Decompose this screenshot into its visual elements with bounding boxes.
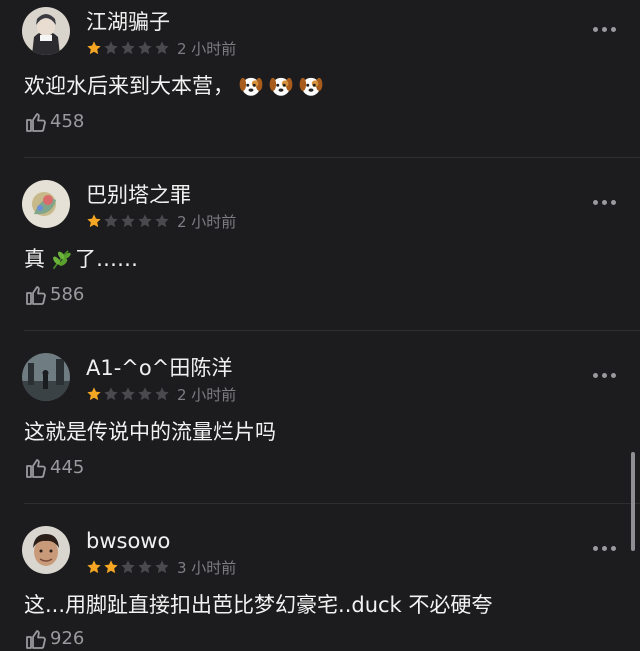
star-icon xyxy=(155,214,169,228)
username[interactable]: bwsowo xyxy=(86,529,170,553)
like-button[interactable]: 458 xyxy=(24,110,84,134)
username[interactable]: 江湖骗子 xyxy=(86,10,170,34)
comment-body: 这...用脚趾直接扣出芭比梦幻豪宅..duck 不必硬夸 xyxy=(24,593,493,617)
star-icon xyxy=(155,560,169,574)
star-icon xyxy=(104,387,118,401)
thumbs-up-icon xyxy=(26,113,46,132)
comment-body: 这就是传说中的流量烂片吗 xyxy=(24,420,276,444)
star-icon xyxy=(121,560,135,574)
star-icon xyxy=(104,214,118,228)
timestamp: 2 小时前 xyxy=(177,213,237,231)
star-icon xyxy=(155,387,169,401)
star-rating xyxy=(86,213,170,229)
username[interactable]: A1-^o^田陈洋 xyxy=(86,356,232,380)
star-icon xyxy=(138,560,152,574)
like-count: 445 xyxy=(50,457,85,478)
star-icon xyxy=(138,41,152,55)
star-icon xyxy=(87,560,101,574)
comment-body: 欢迎水后来到大本营， xyxy=(24,74,234,98)
avatar[interactable] xyxy=(22,526,70,574)
star-icon xyxy=(104,41,118,55)
like-button[interactable]: 445 xyxy=(24,456,84,480)
star-icon xyxy=(121,41,135,55)
comment-text: 这就是传说中的流量烂片吗 xyxy=(24,418,276,446)
herb-emoji xyxy=(52,250,71,270)
divider xyxy=(24,157,640,158)
star-icon xyxy=(87,41,101,55)
comment-body-end: 了…… xyxy=(75,247,138,271)
star-icon xyxy=(87,214,101,228)
star-rating xyxy=(86,40,170,56)
comment-body-start: 真 xyxy=(24,247,45,271)
thumbs-up-icon xyxy=(26,286,46,305)
username[interactable]: 巴别塔之罪 xyxy=(86,183,191,207)
star-icon xyxy=(121,214,135,228)
star-rating xyxy=(86,559,170,575)
avatar[interactable] xyxy=(22,180,70,228)
scrollbar[interactable] xyxy=(631,452,635,551)
timestamp: 2 小时前 xyxy=(177,40,237,58)
like-button[interactable]: 926 xyxy=(24,627,84,651)
thumbs-up-icon xyxy=(26,630,46,649)
star-icon xyxy=(87,387,101,401)
star-icon xyxy=(138,387,152,401)
avatar[interactable] xyxy=(22,353,70,401)
like-button[interactable]: 586 xyxy=(24,283,84,307)
timestamp: 2 小时前 xyxy=(177,386,237,404)
star-icon xyxy=(155,41,169,55)
star-icon xyxy=(104,560,118,574)
comment-text: 真 了…… xyxy=(24,245,138,273)
more-dots-icon[interactable] xyxy=(593,198,617,206)
thumbs-up-icon xyxy=(26,459,46,478)
dog-face-emoji xyxy=(299,77,323,96)
dog-face-emoji xyxy=(269,77,293,96)
like-count: 926 xyxy=(50,628,85,649)
star-icon xyxy=(121,387,135,401)
dog-face-emoji xyxy=(239,77,263,96)
like-count: 458 xyxy=(50,111,85,132)
timestamp: 3 小时前 xyxy=(177,559,237,577)
more-dots-icon[interactable] xyxy=(593,371,617,379)
star-rating xyxy=(86,386,170,402)
more-dots-icon[interactable] xyxy=(593,544,617,552)
comment-text: 欢迎水后来到大本营， xyxy=(24,72,324,100)
comment-text: 这...用脚趾直接扣出芭比梦幻豪宅..duck 不必硬夸 xyxy=(24,591,492,619)
divider xyxy=(24,503,640,504)
more-dots-icon[interactable] xyxy=(593,25,617,33)
like-count: 586 xyxy=(50,284,85,305)
star-icon xyxy=(138,214,152,228)
avatar[interactable] xyxy=(22,7,70,55)
divider xyxy=(24,330,640,331)
